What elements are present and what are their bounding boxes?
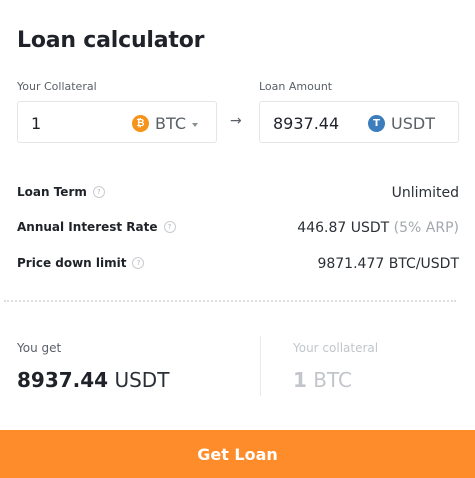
you-get-value: 8937.44 <box>17 368 109 392</box>
collateral-input[interactable]: 1 <box>31 114 41 133</box>
collateral-label: Your Collateral <box>17 80 97 93</box>
interest-rate-value: 446.87 USDT <box>297 220 390 236</box>
you-get-amount: 8937.44 USDT <box>17 368 169 392</box>
chevron-down-icon <box>191 122 198 127</box>
loan-calculator-card: Loan calculator Your Collateral Loan Amo… <box>0 0 475 478</box>
arrow-right-icon: → <box>230 113 242 129</box>
interest-rate-percent: (5% ARP) <box>393 220 459 236</box>
price-limit-label: Price down limit <box>17 256 127 270</box>
price-limit-value: 9871.477 BTC/USDT <box>317 256 459 272</box>
interest-rate-label: Annual Interest Rate <box>17 220 158 234</box>
your-collateral-unit: BTC <box>313 368 353 392</box>
loan-term-value: Unlimited <box>391 185 459 201</box>
vertical-divider <box>260 336 261 396</box>
your-collateral-label: Your collateral <box>293 341 379 355</box>
info-icon[interactable]: ? <box>92 186 105 198</box>
your-collateral-value: 1 <box>293 368 307 392</box>
info-icon[interactable]: ? <box>132 257 145 269</box>
loan-term-row: Loan Term ? Unlimited <box>17 185 459 205</box>
price-limit-row: Price down limit ? 9871.477 BTC/USDT <box>17 256 459 276</box>
info-icon[interactable]: ? <box>163 221 176 233</box>
interest-rate-row: Annual Interest Rate ? 446.87 USDT (5% A… <box>17 220 459 240</box>
loan-amount-field[interactable]: 8937.44 T USDT <box>259 101 459 143</box>
you-get-label: You get <box>17 341 62 355</box>
page-title: Loan calculator <box>17 28 205 53</box>
tether-icon: T <box>368 115 385 132</box>
bitcoin-icon: ₿ <box>132 115 149 132</box>
get-loan-button[interactable]: Get Loan <box>0 430 475 478</box>
your-collateral-amount: 1 BTC <box>293 368 352 392</box>
collateral-field[interactable]: 1 ₿ BTC <box>17 101 217 143</box>
loan-term-label: Loan Term <box>17 185 87 199</box>
collateral-currency-label: BTC <box>155 114 186 133</box>
loan-amount-label: Loan Amount <box>259 80 333 93</box>
collateral-currency-select[interactable]: ₿ BTC <box>132 114 198 133</box>
loan-amount-input[interactable]: 8937.44 <box>273 114 339 133</box>
loan-currency-label: USDT <box>391 114 435 133</box>
dotted-divider <box>4 300 456 302</box>
loan-currency: T USDT <box>368 114 435 133</box>
you-get-unit: USDT <box>114 368 170 392</box>
